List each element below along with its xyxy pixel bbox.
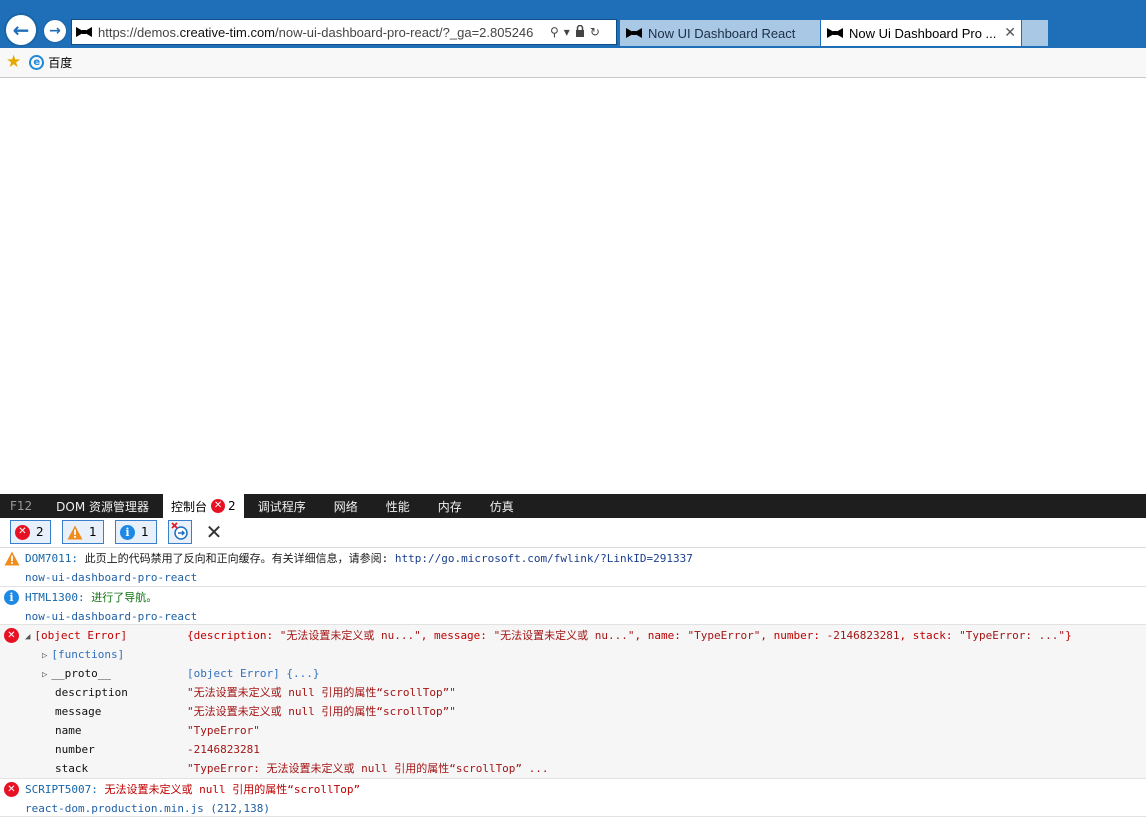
clear-console-button[interactable]: ✕ — [203, 520, 225, 544]
browser-title-bar: ← → https://demos.creative-tim.com/now-u… — [0, 0, 1146, 48]
info-icon: i — [120, 524, 135, 540]
error-icon: ✕ — [15, 524, 30, 540]
error-icon: ✕ — [211, 499, 226, 513]
warning-count: 1 — [89, 525, 97, 539]
proto-value: [object Error] {...} — [187, 667, 320, 680]
message-source-link[interactable]: now-ui-dashboard-pro-react — [25, 568, 197, 587]
browser-tab-now-ui-dashboard-pro[interactable]: Now Ui Dashboard Pro ... ✕ — [821, 20, 1021, 46]
message-source-link[interactable]: react-dom.production.min.js (212,138) — [25, 799, 270, 818]
favorites-star-icon[interactable]: ★ — [6, 54, 21, 71]
favorite-link-baidu[interactable]: 百度 — [48, 54, 72, 71]
dropdown-icon[interactable]: ▾ — [564, 25, 570, 39]
prop-value-message: "无法设置未定义或 null 引用的属性“scrollTop”" — [187, 705, 456, 718]
clear-on-navigate-icon — [171, 521, 189, 543]
ie-favicon-icon: e — [29, 55, 45, 70]
close-tab-icon[interactable]: ✕ — [1004, 24, 1016, 41]
prop-value-name: "TypeError" — [187, 724, 260, 737]
tab-emulation[interactable]: 仿真 — [476, 494, 528, 518]
tree-node-proto[interactable]: ▷ __proto__ — [42, 664, 111, 683]
page-content-blank — [0, 78, 1146, 493]
arrow-right-icon: → — [49, 23, 61, 39]
console-error-count: 2 — [228, 499, 236, 513]
prop-key-number: number — [55, 743, 95, 756]
object-tree-header[interactable]: ◢ [object Error] — [25, 626, 127, 645]
new-tab-button[interactable] — [1022, 20, 1048, 46]
object-summary: {description: "无法设置未定义或 nu...", message:… — [187, 629, 1072, 642]
site-favicon-icon — [76, 27, 92, 37]
tree-node-functions[interactable]: ▷ [functions] — [42, 645, 124, 664]
prop-value-number: -2146823281 — [187, 743, 260, 756]
console-message-info: i HTML1300: 进行了导航。 now-ui-dashboard-pro-… — [0, 587, 1146, 625]
tab-label: Now Ui Dashboard Pro ... — [849, 25, 997, 41]
expanded-triangle-icon[interactable]: ◢ — [25, 628, 30, 647]
forward-button[interactable]: → — [43, 19, 67, 43]
warning-icon — [67, 525, 83, 540]
browser-tab-now-ui-dashboard-react[interactable]: Now UI Dashboard React — [620, 20, 820, 46]
tab-network[interactable]: 网络 — [320, 494, 372, 518]
console-output: DOM7011: 此页上的代码禁用了反向和正向缓存。有关详细信息，请参阅: ht… — [0, 548, 1146, 832]
favorites-bar: ★ e 百度 — [0, 48, 1146, 78]
console-message-error-object: ✕ ◢ [object Error] {description: "无法设置未定义… — [0, 625, 1146, 779]
tab-console-label: 控制台 — [171, 499, 208, 514]
message-source-link[interactable]: now-ui-dashboard-pro-react — [25, 607, 197, 626]
error-count: 2 — [36, 525, 44, 539]
lock-icon[interactable] — [575, 24, 585, 40]
info-icon: i — [4, 590, 19, 605]
close-icon: ✕ — [205, 520, 223, 544]
tab-debugger[interactable]: 调试程序 — [244, 494, 320, 518]
message-code: DOM7011: — [25, 552, 78, 565]
console-message-warning: DOM7011: 此页上的代码禁用了反向和正向缓存。有关详细信息，请参阅: ht… — [0, 548, 1146, 587]
tab-favicon-icon — [626, 28, 642, 38]
prop-key-stack: stack — [55, 762, 89, 775]
error-icon: ✕ — [4, 628, 19, 643]
collapsed-triangle-icon[interactable]: ▷ — [42, 666, 47, 685]
tab-favicon-icon — [827, 28, 843, 38]
message-text: 进行了导航。 — [91, 591, 158, 604]
clear-on-navigate-button[interactable] — [168, 520, 192, 544]
tab-performance[interactable]: 性能 — [372, 494, 424, 518]
prop-value-description: "无法设置未定义或 null 引用的属性“scrollTop”" — [187, 686, 456, 699]
object-label: [object Error] — [34, 629, 128, 642]
address-bar[interactable]: https://demos.creative-tim.com/now-ui-da… — [71, 19, 617, 45]
filter-errors-button[interactable]: ✕ 2 — [10, 520, 51, 544]
prop-key-name: name — [55, 724, 82, 737]
message-code: SCRIPT5007: — [25, 783, 98, 796]
message-text: 无法设置未定义或 null 引用的属性“scrollTop” — [104, 783, 361, 796]
console-message-script-error: ✕ SCRIPT5007: 无法设置未定义或 null 引用的属性“scroll… — [0, 779, 1146, 817]
back-button[interactable]: ← — [4, 13, 38, 47]
message-code: HTML1300: — [25, 591, 85, 604]
tab-label: Now UI Dashboard React — [648, 25, 796, 41]
error-icon: ✕ — [4, 782, 19, 797]
info-count: 1 — [141, 525, 149, 539]
devtools-f12-label: F12 — [10, 499, 33, 513]
filter-warnings-button[interactable]: 1 — [62, 520, 104, 544]
filter-info-button[interactable]: i 1 — [115, 520, 157, 544]
tab-console[interactable]: 控制台 ✕ 2 — [163, 494, 244, 518]
url-text[interactable]: https://demos.creative-tim.com/now-ui-da… — [98, 25, 546, 40]
message-text: 此页上的代码禁用了反向和正向缓存。有关详细信息，请参阅: — [84, 552, 389, 565]
arrow-left-icon: ← — [12, 18, 30, 42]
search-icon[interactable]: ⚲ — [550, 25, 559, 39]
tab-memory[interactable]: 内存 — [424, 494, 476, 518]
prop-key-description: description — [55, 686, 128, 699]
warning-icon — [4, 551, 20, 569]
console-toolbar: ✕ 2 1 i 1 ✕ — [0, 518, 1146, 548]
help-link[interactable]: http://go.microsoft.com/fwlink/?LinkID=2… — [395, 552, 693, 565]
tab-dom-explorer[interactable]: DOM 资源管理器 — [42, 494, 163, 518]
refresh-icon[interactable]: ↻ — [590, 25, 600, 39]
devtools-tab-bar: F12 DOM 资源管理器 控制台 ✕ 2 调试程序 网络 性能 内存 仿真 — [0, 494, 1146, 518]
prop-key-message: message — [55, 705, 102, 718]
prop-value-stack: "TypeError: 无法设置未定义或 null 引用的属性“scrollTo… — [187, 762, 549, 775]
